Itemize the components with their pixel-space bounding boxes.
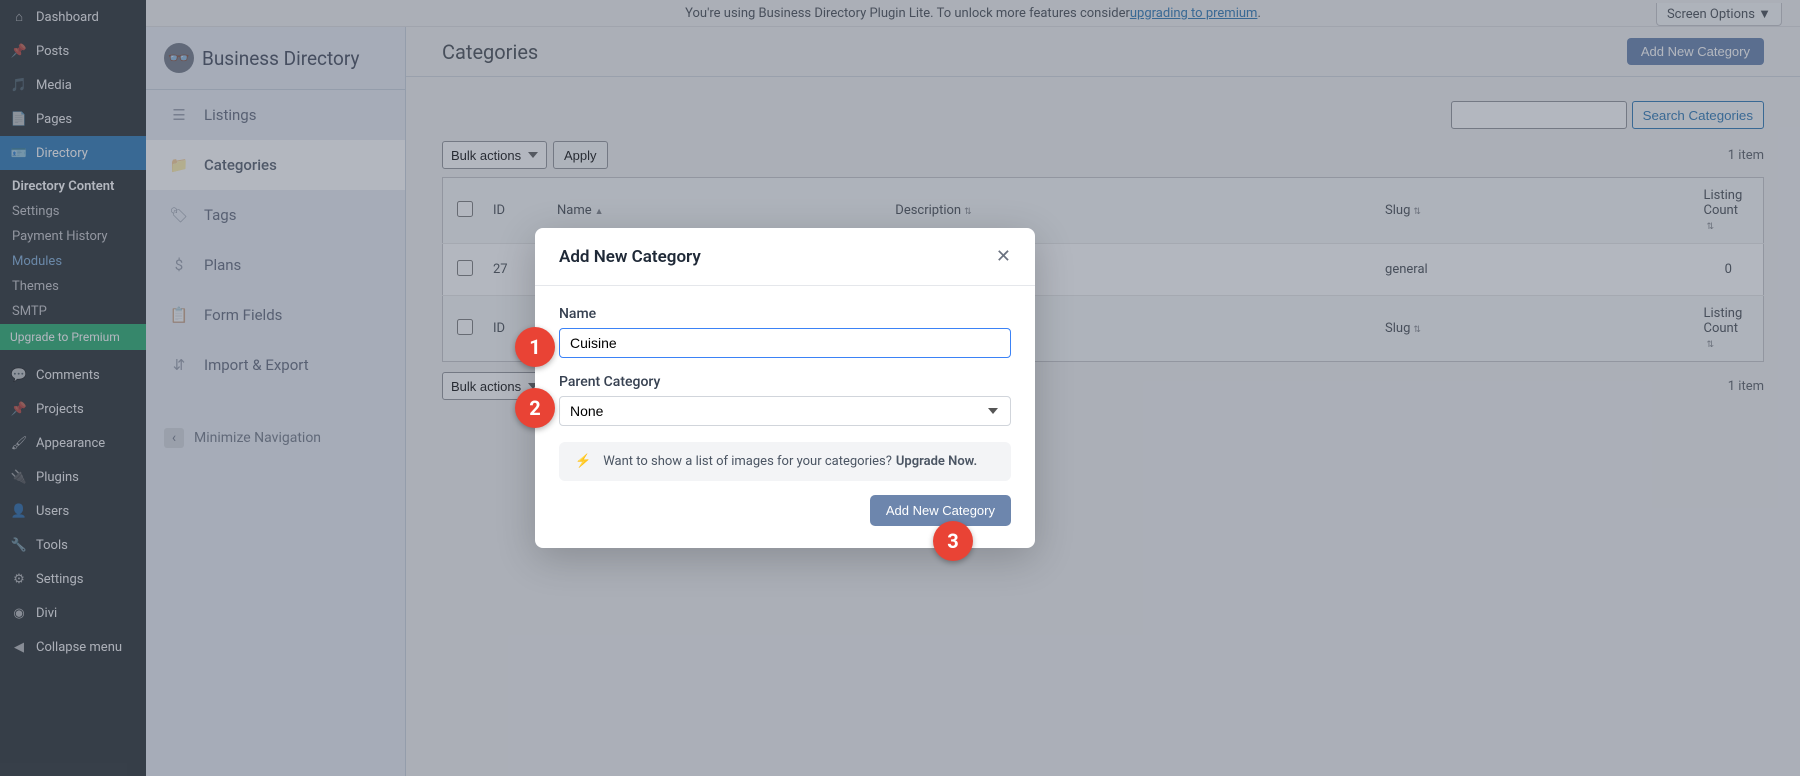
modal-body: Name Parent Category None ⚡ Want to show…	[535, 286, 1035, 548]
form-group-parent: Parent Category None	[559, 374, 1011, 426]
name-input[interactable]	[559, 328, 1011, 358]
annotation-3: 3	[933, 521, 973, 561]
parent-category-label: Parent Category	[559, 374, 1011, 390]
bolt-icon: ⚡	[575, 454, 591, 469]
modal-add-category-button[interactable]: Add New Category	[870, 495, 1011, 526]
form-group-name: Name	[559, 306, 1011, 358]
annotation-1: 1	[515, 327, 555, 367]
name-label: Name	[559, 306, 1011, 322]
close-icon[interactable]: ✕	[996, 246, 1011, 267]
upgrade-text: Want to show a list of images for your c…	[603, 454, 892, 469]
add-category-modal: Add New Category ✕ Name Parent Category …	[535, 228, 1035, 548]
modal-header: Add New Category ✕	[535, 228, 1035, 286]
upgrade-notice: ⚡ Want to show a list of images for your…	[559, 442, 1011, 481]
parent-category-select[interactable]: None	[559, 396, 1011, 426]
upgrade-now-link[interactable]: Upgrade Now.	[896, 454, 977, 469]
modal-title: Add New Category	[559, 247, 701, 267]
modal-footer: Add New Category	[559, 495, 1011, 526]
annotation-2: 2	[515, 388, 555, 428]
